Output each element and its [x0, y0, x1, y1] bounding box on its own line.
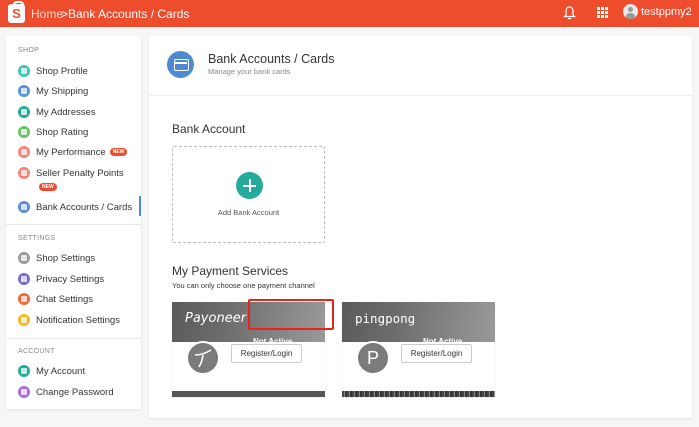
main-panel: Bank Accounts / Cards Manage your bank c… [149, 36, 692, 418]
sidebar-item-shop-rating[interactable]: Shop Rating [18, 124, 88, 140]
sidebar-item-shop-profile[interactable]: Shop Profile [18, 63, 88, 79]
shopee-logo-icon[interactable]: S [8, 1, 25, 23]
page-subtitle: Manage your bank cards [208, 67, 291, 76]
pingpong-register-login-button[interactable]: Register/Login [401, 344, 472, 363]
payment-services-subtitle: You can only choose one payment channel [172, 281, 315, 290]
payoneer-card-footer [172, 391, 325, 397]
sidebar-item-label: Change Password [36, 386, 114, 398]
sidebar-item-notification-settings[interactable]: Notification Settings [18, 312, 120, 328]
sidebar-divider [6, 338, 141, 339]
star-icon [18, 126, 30, 138]
sidebar-item-seller-penalty-points[interactable]: Seller Penalty Points [18, 165, 124, 181]
privacy-icon [18, 273, 30, 285]
apps-grid-icon[interactable] [597, 7, 608, 18]
breadcrumb-current: Bank Accounts / Cards [68, 7, 190, 21]
sidebar-item-privacy-settings[interactable]: Privacy Settings [18, 271, 104, 287]
add-bank-account-card[interactable]: Add Bank Account [172, 146, 325, 243]
add-bank-account-label[interactable]: Add Bank Account [173, 208, 324, 217]
bank-card-icon [18, 201, 30, 213]
sidebar-item-label: My Account [36, 365, 86, 377]
notification-icon [18, 314, 30, 326]
shipping-icon [18, 85, 30, 97]
highlight-box [248, 299, 334, 330]
username[interactable]: testppmy2 [641, 6, 692, 18]
address-icon [18, 106, 30, 118]
logo-letter: S [12, 6, 21, 21]
sidebar-item-label: Seller Penalty Points [36, 167, 124, 179]
sidebar-item-my-addresses[interactable]: My Addresses [18, 104, 96, 120]
sidebar-item-bank-accounts[interactable]: Bank Accounts / Cards [18, 199, 132, 215]
sidebar-item-label: Shop Rating [36, 126, 89, 138]
header-divider [149, 95, 692, 96]
page-title: Bank Accounts / Cards [208, 52, 335, 66]
payment-services-title: My Payment Services [172, 264, 289, 278]
sidebar-item-label: Shop Settings [36, 252, 96, 264]
penalty-icon [18, 167, 30, 179]
sidebar-item-shop-settings[interactable]: Shop Settings [18, 250, 95, 266]
pingpong-card: pingpong Not Active P Register/Login [342, 302, 495, 397]
pingpong-card-footer [342, 391, 495, 397]
top-bar: S Home > Bank Accounts / Cards testppmy2 [0, 0, 699, 27]
sidebar-item-change-password[interactable]: Change Password [18, 384, 114, 400]
sidebar-item-my-shipping[interactable]: My Shipping [18, 83, 88, 99]
bell-icon[interactable] [563, 6, 576, 20]
payoneer-logo-icon [186, 341, 220, 375]
sidebar-item-label: Notification Settings [36, 314, 120, 326]
breadcrumb-separator: > [61, 7, 69, 21]
plus-icon[interactable] [236, 172, 263, 199]
sidebar-item-my-performance[interactable]: My Performance NEW [18, 144, 128, 160]
pingpong-logo-glyph: P [366, 347, 379, 368]
sidebar-item-label: Chat Settings [36, 293, 94, 305]
payoneer-glyph-icon [194, 349, 212, 368]
sidebar-item-label: My Shipping [36, 85, 89, 97]
new-badge: NEW [39, 183, 57, 191]
sidebar-item-my-account[interactable]: My Account [18, 363, 85, 379]
sidebar-item-label: My Performance [36, 146, 106, 158]
breadcrumb-home[interactable]: Home [31, 7, 63, 21]
user-avatar-icon[interactable] [623, 4, 638, 19]
sidebar-section-shop: SHOP [18, 47, 40, 54]
payoneer-register-login-button[interactable]: Register/Login [231, 344, 302, 363]
sidebar-item-label: My Addresses [36, 106, 96, 118]
bank-card-icon [167, 51, 194, 78]
bank-account-title: Bank Account [172, 122, 246, 136]
chat-icon [18, 293, 30, 305]
gear-icon [18, 252, 30, 264]
sidebar-section-settings: SETTINGS [18, 235, 56, 242]
account-icon [18, 365, 30, 377]
sidebar-item-label: Bank Accounts / Cards [36, 201, 133, 213]
performance-icon [18, 146, 30, 158]
payoneer-brand: Payoneer [185, 311, 247, 326]
sidebar-item-label: Shop Profile [36, 65, 88, 77]
pingpong-logo-icon: P [356, 341, 390, 375]
pingpong-brand: pingpong [355, 311, 416, 326]
new-badge: NEW [109, 148, 128, 156]
sidebar-item-chat-settings[interactable]: Chat Settings [18, 291, 93, 307]
sidebar-item-label: Privacy Settings [36, 273, 105, 285]
sidebar-divider [6, 224, 141, 225]
key-icon [18, 386, 30, 398]
sidebar: SHOP Shop Profile My Shipping My Address… [6, 36, 141, 409]
shop-profile-icon [18, 65, 30, 77]
sidebar-section-account: ACCOUNT [18, 348, 55, 355]
